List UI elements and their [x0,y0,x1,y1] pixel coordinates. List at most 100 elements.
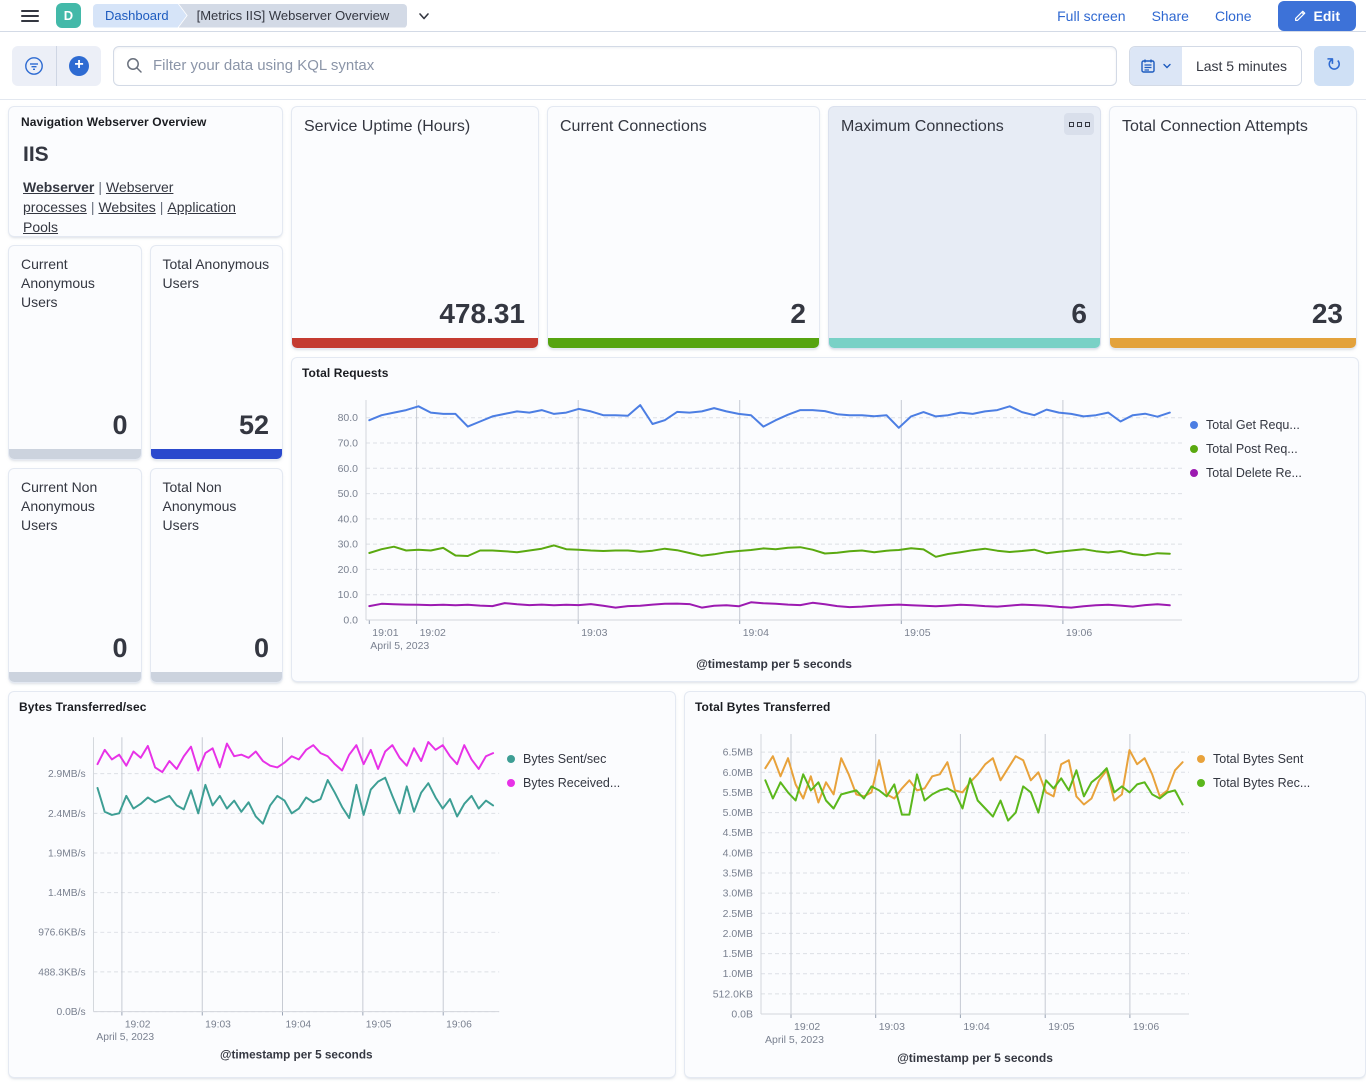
full-screen-button[interactable]: Full screen [1057,8,1125,24]
pencil-icon [1294,9,1307,22]
svg-text:19:01: 19:01 [372,627,398,639]
metric-tile: Total Anonymous Users52 [150,245,284,460]
legend-item[interactable]: Total Post Req... [1190,442,1348,456]
edit-button[interactable]: Edit [1278,1,1356,31]
kql-search-input[interactable] [153,57,1104,74]
svg-text:4.5MB: 4.5MB [723,827,753,839]
saved-query-menu-button[interactable] [12,46,56,86]
panel-options-icon[interactable] [1064,113,1094,135]
chart-legend: Bytes Sent/sec Bytes Received... [507,720,665,1073]
search-icon [126,57,143,74]
nav-link-webserver[interactable]: Webserver [23,179,94,195]
metric-value: 0 [151,633,283,672]
metric-tile: Maximum Connections6 [828,106,1101,349]
legend-item[interactable]: Bytes Received... [507,776,665,790]
share-button[interactable]: Share [1152,8,1189,24]
panel-title: Bytes Transferred/sec [19,700,665,714]
svg-text:19:05: 19:05 [1048,1021,1074,1033]
panel-title: Total Requests [302,366,1348,380]
metric-title: Service Uptime (Hours) [292,107,538,137]
query-filter-bar: + Last 5 minutes ↻ [0,32,1366,100]
total-bytes-transferred-panel: Total Bytes Transferred 0.0B512.0KB1.0MB… [684,691,1366,1078]
metric-color-bar [292,338,538,348]
svg-text:19:03: 19:03 [879,1021,905,1033]
metric-value: 0 [9,633,141,672]
chevron-down-icon [1162,61,1172,71]
time-picker: Last 5 minutes [1129,46,1302,86]
total-requests-chart[interactable]: 0.010.020.030.040.050.060.070.080.019:01… [302,386,1190,674]
connection-metric-tiles: Service Uptime (Hours)478.31Current Conn… [291,106,1359,349]
svg-text:@timestamp per 5 seconds: @timestamp per 5 seconds [696,657,852,671]
metric-color-bar [9,672,141,682]
svg-text:19:06: 19:06 [1066,627,1092,639]
metric-value: 6 [829,298,1100,338]
menu-icon[interactable] [10,0,50,32]
svg-text:19:03: 19:03 [581,627,607,639]
svg-text:19:03: 19:03 [205,1019,231,1030]
bytes-transferred-rate-panel: Bytes Transferred/sec 0.0B/s488.3KB/s976… [8,691,676,1078]
separator: | [91,199,95,215]
breadcrumb-dashboard[interactable]: Dashboard [93,4,187,28]
svg-text:40.0: 40.0 [338,513,359,525]
breadcrumb: Dashboard [Metrics IIS] Webserver Overvi… [93,4,431,28]
total-bytes-transferred-chart[interactable]: 0.0B512.0KB1.0MB1.5MB2.0MB2.5MB3.0MB3.5M… [695,720,1197,1068]
legend-item[interactable]: Total Delete Re... [1190,466,1348,480]
metric-color-bar [151,449,283,459]
total-requests-panel: Total Requests 0.010.020.030.040.050.060… [291,357,1359,682]
metric-title: Current Anonymous Users [9,246,141,312]
bytes-transferred-rate-chart[interactable]: 0.0B/s488.3KB/s976.6KB/s1.4MB/s1.9MB/s2.… [19,720,507,1068]
refresh-button[interactable]: ↻ [1314,46,1354,86]
space-avatar[interactable]: D [56,3,81,28]
svg-text:April 5, 2023: April 5, 2023 [96,1032,154,1043]
legend-item[interactable]: Bytes Sent/sec [507,752,665,766]
svg-text:1.5MB: 1.5MB [723,948,753,960]
metric-title: Current Connections [548,107,819,137]
legend-color-dot [1190,469,1198,477]
svg-text:3.5MB: 3.5MB [723,868,753,880]
svg-text:80.0: 80.0 [338,412,359,424]
svg-text:19:06: 19:06 [446,1019,472,1030]
svg-text:2.4MB/s: 2.4MB/s [48,809,86,820]
svg-text:1.0MB: 1.0MB [723,968,753,980]
svg-text:50.0: 50.0 [338,488,359,500]
legend-item[interactable]: Total Get Requ... [1190,418,1348,432]
svg-text:30.0: 30.0 [338,539,359,551]
legend-label: Total Get Requ... [1206,418,1300,432]
separator: | [98,179,102,195]
svg-text:@timestamp per 5 seconds: @timestamp per 5 seconds [220,1049,373,1062]
legend-item[interactable]: Total Bytes Rec... [1197,776,1355,790]
add-filter-button[interactable]: + [57,46,101,86]
chevron-down-icon[interactable] [417,9,431,23]
legend-item[interactable]: Total Bytes Sent [1197,752,1355,766]
separator: | [160,199,164,215]
kql-search-box [113,46,1117,86]
user-metric-tiles: Current Anonymous Users0Total Anonymous … [8,245,283,683]
svg-text:488.3KB/s: 488.3KB/s [38,967,85,978]
metric-title: Current Non Anonymous Users [9,469,141,535]
legend-color-dot [507,779,515,787]
svg-text:April 5, 2023: April 5, 2023 [765,1034,824,1046]
svg-text:19:04: 19:04 [285,1019,311,1030]
svg-text:2.5MB: 2.5MB [723,908,753,920]
legend-label: Total Bytes Sent [1213,752,1303,766]
svg-text:19:04: 19:04 [743,627,769,639]
svg-text:19:02: 19:02 [420,627,446,639]
svg-text:5.5MB: 5.5MB [723,787,753,799]
legend-color-dot [1190,445,1198,453]
svg-text:10.0: 10.0 [338,589,359,601]
svg-text:19:05: 19:05 [904,627,930,639]
navigation-panel: Navigation Webserver Overview IIS Webser… [8,106,283,237]
clone-button[interactable]: Clone [1215,8,1252,24]
nav-link-websites[interactable]: Websites [98,199,155,215]
svg-text:2.9MB/s: 2.9MB/s [48,769,86,780]
time-range-button[interactable]: Last 5 minutes [1182,47,1301,85]
chart-legend: Total Get Requ... Total Post Req... Total … [1190,386,1348,677]
plus-icon: + [69,56,89,76]
breadcrumb-current-dashboard[interactable]: [Metrics IIS] Webserver Overview [179,4,408,28]
metric-tile: Total Connection Attempts23 [1109,106,1357,349]
metric-value: 0 [9,410,141,449]
svg-text:@timestamp per 5 seconds: @timestamp per 5 seconds [897,1051,1053,1065]
date-quick-select-button[interactable] [1130,47,1182,85]
metric-color-bar [9,449,141,459]
svg-text:0.0: 0.0 [343,615,358,627]
